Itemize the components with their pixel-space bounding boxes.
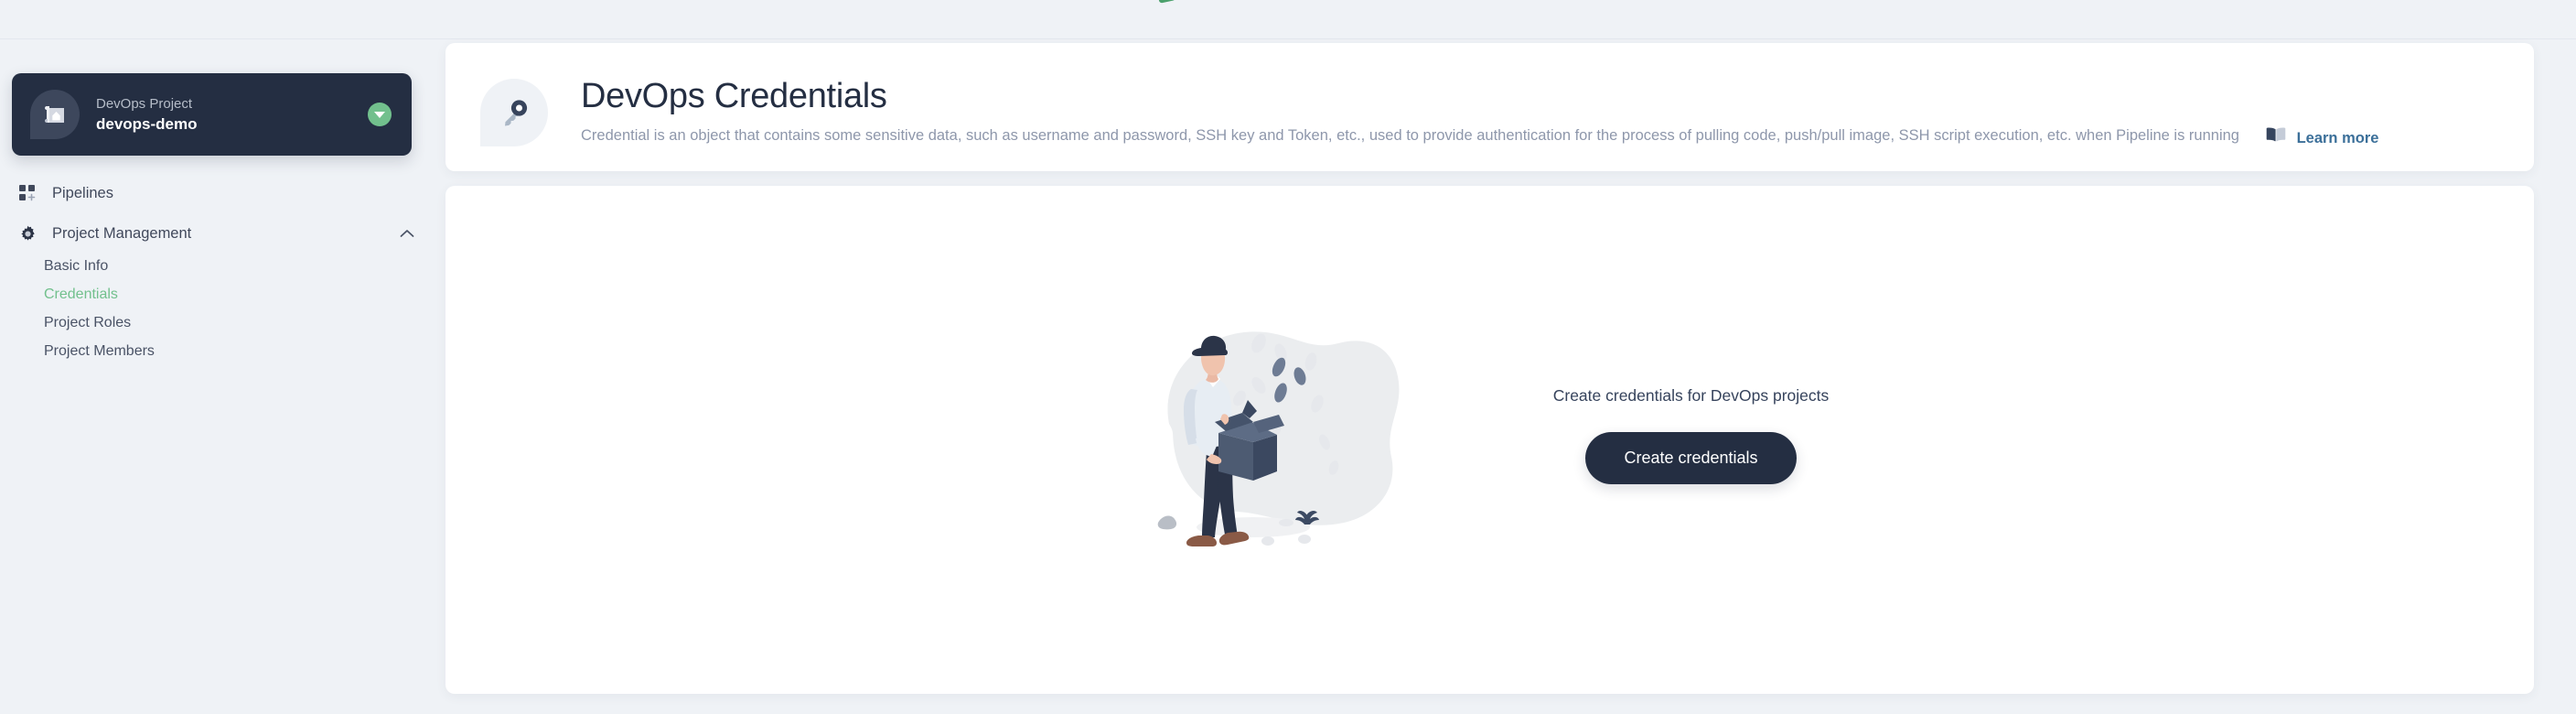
create-credentials-button[interactable]: Create credentials — [1585, 432, 1797, 484]
empty-state-message: Create credentials for DevOps projects — [1552, 386, 1830, 405]
project-kind-label: DevOps Project — [96, 95, 193, 112]
credentials-empty-card: Create credentials for DevOps projects C… — [445, 186, 2534, 694]
top-strip — [0, 0, 2576, 39]
project-text: DevOps Project devops-demo — [96, 95, 368, 135]
caret-shape — [374, 112, 385, 118]
book-icon — [2266, 125, 2286, 151]
sidebar-item-label: Project Management — [52, 224, 192, 242]
banner-inner: DevOps Credentials Credential is an obje… — [445, 43, 2534, 149]
grid-plus-icon — [16, 181, 39, 205]
sidebar-item-credentials[interactable]: Credentials — [0, 280, 445, 308]
sidebar-item-project-management[interactable]: Project Management — [0, 215, 445, 252]
project-name-label: devops-demo — [96, 114, 198, 133]
learn-more-link[interactable]: Learn more — [2297, 125, 2379, 151]
learn-more-group[interactable]: Learn more — [2266, 125, 2379, 151]
sidebar-nav: Pipelines Project Management Basic Info … — [0, 175, 445, 365]
chevron-up-icon[interactable] — [400, 226, 414, 241]
blueprint-icon — [30, 90, 80, 139]
sidebar-subitem-label: Project Roles — [44, 314, 132, 330]
sidebar-item-label: Pipelines — [52, 184, 113, 201]
sidebar-subitem-label: Basic Info — [44, 257, 109, 274]
sidebar-subitem-label: Project Members — [44, 342, 155, 359]
chevron-down-circle-icon[interactable] — [368, 103, 392, 126]
sidebar-item-pipelines[interactable]: Pipelines — [0, 175, 445, 211]
project-selector-card[interactable]: DevOps Project devops-demo — [12, 73, 412, 156]
empty-state-actions: Create credentials for DevOps projects C… — [1552, 386, 1830, 484]
sidebar-item-basic-info[interactable]: Basic Info — [0, 252, 445, 280]
sidebar: DevOps Project devops-demo Pipelines Pro… — [0, 39, 445, 714]
page-description-text: Credential is an object that contains so… — [581, 127, 2239, 144]
page-root: DevOps Project devops-demo Pipelines Pro… — [0, 0, 2576, 714]
person-holding-box-illustration — [1151, 305, 1453, 566]
sidebar-item-project-roles[interactable]: Project Roles — [0, 308, 445, 337]
main-content: DevOps Credentials Credential is an obje… — [445, 39, 2576, 714]
banner-text: DevOps Credentials Credential is an obje… — [581, 75, 2378, 149]
empty-state: Create credentials for DevOps projects C… — [445, 186, 2534, 694]
sidebar-subitem-label: Credentials — [44, 286, 118, 302]
tab-indicator-sliver — [1156, 0, 1176, 4]
key-icon — [480, 79, 548, 146]
sidebar-item-project-members[interactable]: Project Members — [0, 337, 445, 365]
page-title: DevOps Credentials — [581, 77, 887, 115]
page-description: Credential is an object that contains so… — [581, 123, 2378, 149]
gear-icon — [16, 222, 39, 245]
banner-card: DevOps Credentials Credential is an obje… — [445, 43, 2534, 171]
